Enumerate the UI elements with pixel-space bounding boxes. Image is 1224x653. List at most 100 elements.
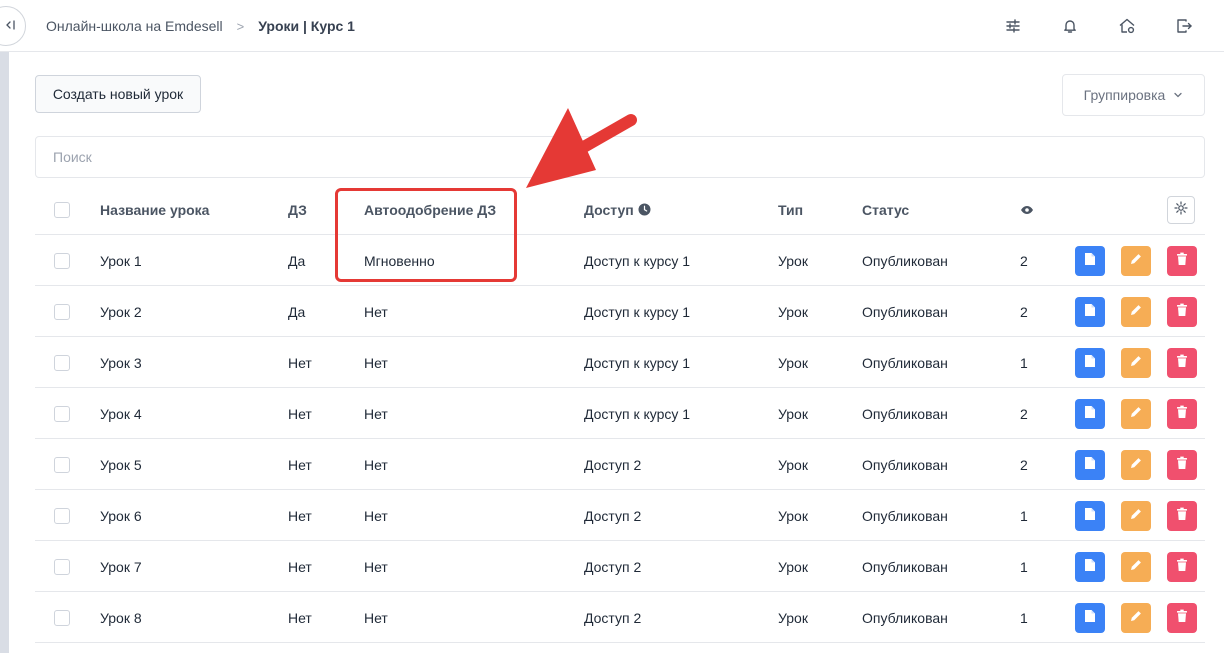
home-gear-icon[interactable] xyxy=(1117,16,1137,36)
trash-icon xyxy=(1176,252,1188,269)
delete-lesson-button[interactable] xyxy=(1167,602,1197,633)
lesson-access: Доступ 2 xyxy=(584,456,642,473)
row-checkbox[interactable] xyxy=(54,252,70,269)
lesson-auto-approve: Нет xyxy=(364,609,388,626)
lesson-name[interactable]: Урок 2 xyxy=(100,286,142,337)
lesson-type: Урок xyxy=(778,303,808,320)
bell-icon[interactable] xyxy=(1060,16,1080,36)
sidebar-edge xyxy=(0,52,9,653)
lesson-homework: Нет xyxy=(288,507,312,524)
document-icon xyxy=(1084,354,1096,371)
document-icon xyxy=(1084,405,1096,422)
edit-lesson-button[interactable] xyxy=(1121,500,1151,531)
column-header-homework[interactable]: ДЗ xyxy=(288,184,307,235)
lesson-homework: Да xyxy=(288,303,306,320)
column-header-name[interactable]: Название урока xyxy=(100,184,209,235)
logout-icon[interactable] xyxy=(1174,16,1194,36)
lesson-access: Доступ 2 xyxy=(584,558,642,575)
lesson-auto-approve: Нет xyxy=(364,354,388,371)
lesson-type: Урок xyxy=(778,507,808,524)
create-lesson-button[interactable]: Создать новый урок xyxy=(35,75,201,113)
column-header-access[interactable]: Доступ xyxy=(584,184,651,235)
delete-lesson-button[interactable] xyxy=(1167,296,1197,327)
lesson-name[interactable]: Урок 8 xyxy=(100,592,142,643)
lesson-access: Доступ к курсу 1 xyxy=(584,405,691,422)
column-header-views[interactable] xyxy=(1020,184,1034,235)
eye-icon xyxy=(1020,202,1034,218)
delete-lesson-button[interactable] xyxy=(1167,398,1197,429)
select-all-checkbox[interactable] xyxy=(54,201,70,218)
row-checkbox[interactable] xyxy=(54,558,70,575)
delete-lesson-button[interactable] xyxy=(1167,347,1197,378)
row-checkbox[interactable] xyxy=(54,303,70,320)
view-lesson-button[interactable] xyxy=(1075,347,1105,378)
edit-lesson-button[interactable] xyxy=(1121,296,1151,327)
row-checkbox[interactable] xyxy=(54,354,70,371)
lesson-views: 2 xyxy=(1020,252,1028,269)
breadcrumb: Онлайн-школа на Emdesell > Уроки | Курс … xyxy=(46,0,355,52)
row-checkbox[interactable] xyxy=(54,405,70,422)
lesson-type: Урок xyxy=(778,252,808,269)
top-bar: Онлайн-школа на Emdesell > Уроки | Курс … xyxy=(0,0,1224,52)
delete-lesson-button[interactable] xyxy=(1167,449,1197,480)
breadcrumb-school-link[interactable]: Онлайн-школа на Emdesell xyxy=(46,18,223,34)
view-lesson-button[interactable] xyxy=(1075,602,1105,633)
row-checkbox[interactable] xyxy=(54,507,70,524)
edit-lesson-button[interactable] xyxy=(1121,347,1151,378)
lesson-auto-approve: Нет xyxy=(364,303,388,320)
lesson-name[interactable]: Урок 4 xyxy=(100,388,142,439)
edit-lesson-button[interactable] xyxy=(1121,551,1151,582)
pencil-icon xyxy=(1129,354,1143,371)
edit-lesson-button[interactable] xyxy=(1121,398,1151,429)
view-lesson-button[interactable] xyxy=(1075,296,1105,327)
edit-lesson-button[interactable] xyxy=(1121,449,1151,480)
table-row: Урок 3 Нет Нет Доступ к курсу 1 Урок Опу… xyxy=(35,337,1205,388)
lesson-name[interactable]: Урок 5 xyxy=(100,439,142,490)
delete-lesson-button[interactable] xyxy=(1167,551,1197,582)
columns-settings-button[interactable] xyxy=(1167,195,1195,224)
lesson-access: Доступ к курсу 1 xyxy=(584,354,691,371)
lesson-auto-approve: Нет xyxy=(364,558,388,575)
edit-lesson-button[interactable] xyxy=(1121,602,1151,633)
search-input[interactable] xyxy=(35,136,1205,178)
row-checkbox[interactable] xyxy=(54,609,70,626)
row-checkbox[interactable] xyxy=(54,456,70,473)
lesson-status: Опубликован xyxy=(862,507,948,524)
trash-icon xyxy=(1176,303,1188,320)
view-lesson-button[interactable] xyxy=(1075,500,1105,531)
trash-icon xyxy=(1176,558,1188,575)
lessons-table: Название урока ДЗ Автоодобрение ДЗ Досту… xyxy=(35,184,1205,643)
lesson-status: Опубликован xyxy=(862,354,948,371)
lesson-status: Опубликован xyxy=(862,609,948,626)
pencil-icon xyxy=(1129,558,1143,575)
pencil-icon xyxy=(1129,609,1143,626)
grouping-dropdown[interactable]: Группировка xyxy=(1062,74,1205,116)
delete-lesson-button[interactable] xyxy=(1167,245,1197,276)
lesson-access: Доступ 2 xyxy=(584,609,642,626)
delete-lesson-button[interactable] xyxy=(1167,500,1197,531)
lesson-views: 1 xyxy=(1020,609,1028,626)
lesson-name[interactable]: Урок 7 xyxy=(100,541,142,592)
document-icon xyxy=(1084,252,1096,269)
lesson-name[interactable]: Урок 1 xyxy=(100,235,142,286)
view-lesson-button[interactable] xyxy=(1075,245,1105,276)
column-header-type[interactable]: Тип xyxy=(778,184,803,235)
view-lesson-button[interactable] xyxy=(1075,449,1105,480)
lesson-homework: Да xyxy=(288,252,306,269)
lesson-type: Урок xyxy=(778,456,808,473)
pencil-icon xyxy=(1129,405,1143,422)
table-row: Урок 6 Нет Нет Доступ 2 Урок Опубликован… xyxy=(35,490,1205,541)
lesson-access: Доступ к курсу 1 xyxy=(584,252,691,269)
column-header-status[interactable]: Статус xyxy=(862,184,909,235)
lesson-type: Урок xyxy=(778,609,808,626)
column-header-auto-approve[interactable]: Автоодобрение ДЗ xyxy=(364,184,496,235)
lesson-name[interactable]: Урок 6 xyxy=(100,490,142,541)
document-icon xyxy=(1084,456,1096,473)
view-lesson-button[interactable] xyxy=(1075,398,1105,429)
lesson-type: Урок xyxy=(778,558,808,575)
sliders-icon[interactable] xyxy=(1003,16,1023,36)
edit-lesson-button[interactable] xyxy=(1121,245,1151,276)
lesson-views: 1 xyxy=(1020,507,1028,524)
lesson-name[interactable]: Урок 3 xyxy=(100,337,142,388)
view-lesson-button[interactable] xyxy=(1075,551,1105,582)
